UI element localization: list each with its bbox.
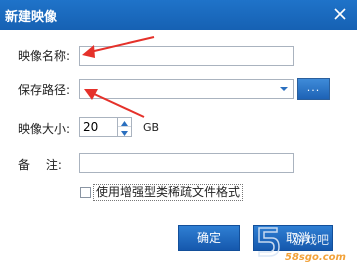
- image-size-label: 映像大小:: [18, 122, 71, 136]
- size-decrement-button[interactable]: [118, 127, 131, 136]
- close-button[interactable]: [329, 3, 351, 25]
- save-path-select[interactable]: [79, 79, 294, 99]
- size-unit-label: GB: [143, 121, 160, 134]
- ok-button[interactable]: 确定: [178, 225, 240, 251]
- save-path-label: 保存路径:: [18, 83, 71, 97]
- image-name-input[interactable]: [79, 46, 294, 66]
- watermark-site: 58sgo.com: [285, 252, 346, 263]
- note-label: 备 注:: [18, 158, 62, 172]
- chevron-down-icon: [280, 87, 288, 91]
- size-spinner: [117, 117, 131, 137]
- dialog-body: 映像名称: 保存路径: ... 映像大小: GB 备 注:: [0, 30, 357, 268]
- cancel-button[interactable]: 取消: [253, 225, 333, 251]
- dialog-titlebar: 新建映像: [0, 0, 357, 30]
- browse-button[interactable]: ...: [297, 78, 330, 100]
- image-size-input[interactable]: [83, 119, 119, 135]
- image-size-spinbox: [79, 117, 132, 137]
- sparse-format-checkbox[interactable]: [80, 187, 91, 198]
- triangle-down-icon: [121, 131, 128, 136]
- size-increment-button[interactable]: [118, 117, 131, 127]
- sparse-format-label[interactable]: 使用增强型类稀疏文件格式: [93, 184, 244, 201]
- close-icon: [334, 8, 346, 20]
- dialog-title: 新建映像: [5, 10, 58, 25]
- image-name-label: 映像名称:: [18, 49, 71, 63]
- note-input[interactable]: [79, 153, 294, 173]
